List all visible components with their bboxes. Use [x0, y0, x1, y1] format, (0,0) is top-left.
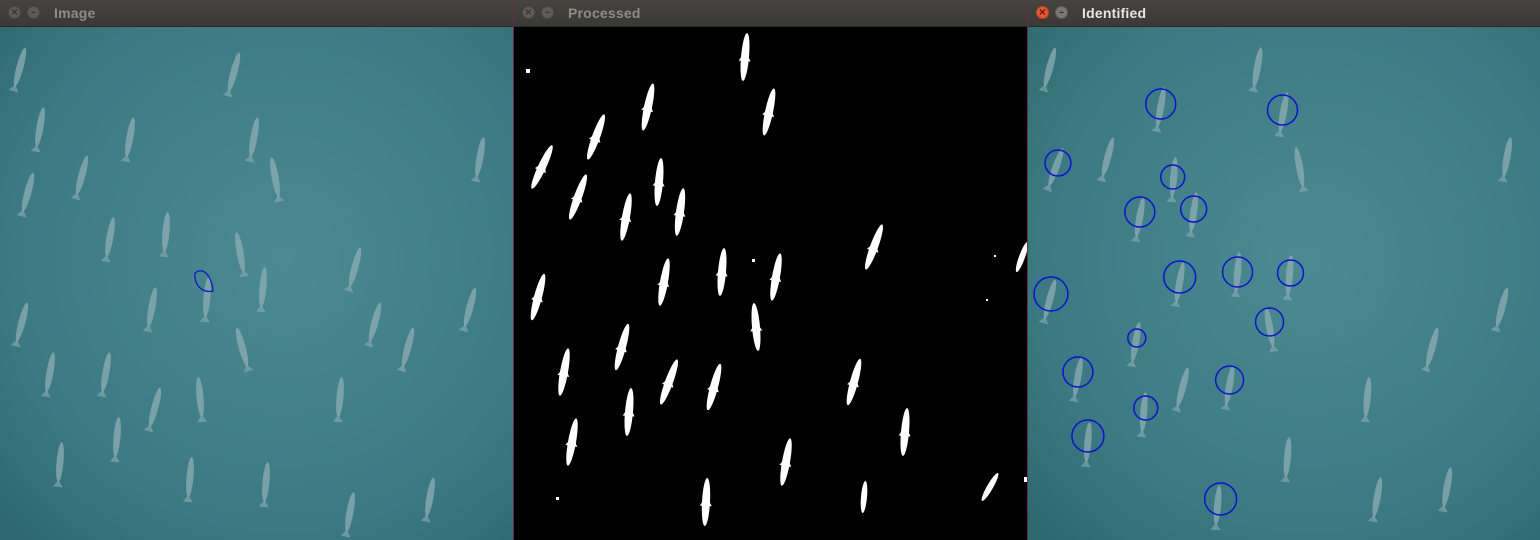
processed-canvas — [514, 27, 1027, 540]
aerial-photo-detections — [1028, 27, 1540, 540]
minimize-icon: – — [1059, 7, 1064, 18]
processed-window[interactable]: × – Processed — [513, 0, 1027, 540]
minimize-button[interactable]: – — [541, 6, 554, 19]
aerial-photo — [0, 27, 513, 540]
window-title: Image — [54, 5, 96, 21]
identified-canvas — [1028, 27, 1540, 540]
image-window[interactable]: × – Image — [0, 0, 513, 540]
titlebar[interactable]: × – Processed — [514, 0, 1027, 27]
minimize-icon: – — [545, 7, 550, 18]
close-icon: × — [1038, 7, 1047, 18]
close-button[interactable]: × — [8, 6, 21, 19]
minimize-button[interactable]: – — [1055, 6, 1068, 19]
minimize-button[interactable]: – — [27, 6, 40, 19]
image-canvas — [0, 27, 513, 540]
titlebar[interactable]: × – Identified — [1028, 0, 1540, 27]
close-icon: × — [10, 7, 19, 18]
window-title: Identified — [1082, 5, 1147, 21]
binary-mask — [514, 27, 1027, 540]
window-title: Processed — [568, 5, 641, 21]
titlebar[interactable]: × – Image — [0, 0, 513, 27]
minimize-icon: – — [31, 7, 36, 18]
close-icon: × — [524, 7, 533, 18]
close-button[interactable]: × — [522, 6, 535, 19]
close-button[interactable]: × — [1036, 6, 1049, 19]
identified-window[interactable]: × – Identified — [1027, 0, 1540, 540]
